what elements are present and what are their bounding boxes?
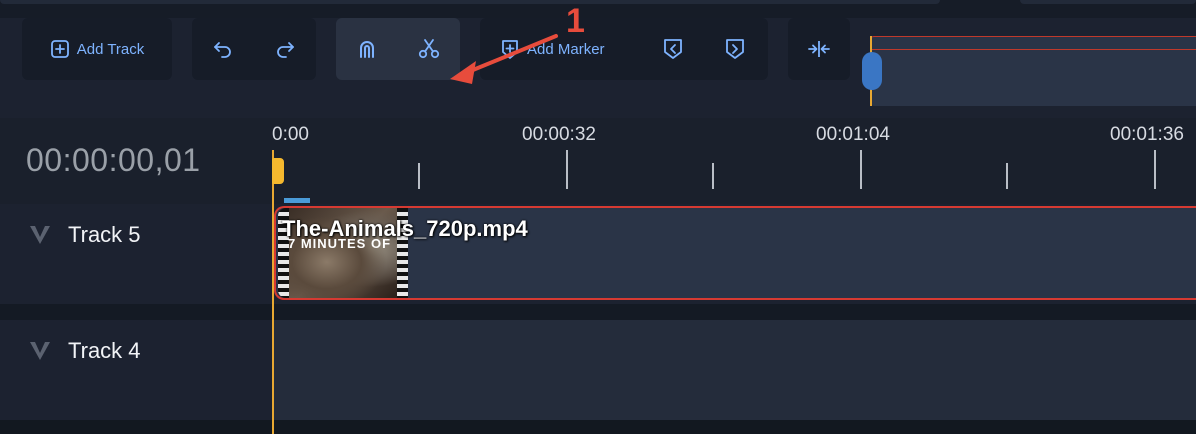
add-marker-button[interactable]: Add Marker: [500, 18, 605, 80]
ruler-tick: [1006, 163, 1008, 189]
cut-button[interactable]: [417, 18, 441, 80]
track-row-4: Track 4: [0, 320, 1196, 420]
overview-scroll-handle[interactable]: [862, 52, 882, 90]
history-group: [192, 18, 316, 80]
timeline-overview[interactable]: [870, 36, 1196, 106]
marker-group: Add Marker: [480, 18, 768, 80]
video-clip[interactable]: 7 MINUTES OF The-Animals_720p.mp4: [274, 206, 1196, 300]
add-marker-label: Add Marker: [527, 40, 605, 58]
ruler-selection-marker: [284, 198, 310, 203]
track-name: Track 4: [68, 338, 141, 363]
add-track-button[interactable]: Add Track: [50, 18, 145, 80]
edit-tools-group: [336, 18, 460, 80]
collapse-chevron-icon[interactable]: [28, 338, 52, 367]
collapse-chevron-icon[interactable]: [28, 222, 52, 251]
top-panel-edge: [0, 0, 940, 4]
prev-marker-button[interactable]: [662, 18, 684, 80]
zoom-group: [788, 18, 850, 80]
ruler-tick: [418, 163, 420, 189]
overview-clip-line: [872, 49, 1196, 50]
zoom-fit-button[interactable]: [807, 18, 831, 80]
marker-prev-icon: [662, 37, 684, 61]
playhead-handle[interactable]: [272, 158, 284, 184]
add-track-group: Add Track: [22, 18, 172, 80]
undo-button[interactable]: [212, 18, 234, 80]
clip-filename: The-Animals_720p.mp4: [282, 216, 528, 241]
add-track-label: Add Track: [76, 40, 145, 58]
ruler-tick: [566, 150, 568, 189]
ruler-label: 0:00: [272, 124, 309, 145]
marker-next-icon: [724, 37, 746, 61]
add-track-icon: [50, 39, 70, 59]
snap-magnet-button[interactable]: [356, 18, 378, 80]
ruler-tick: [1154, 150, 1156, 189]
redo-icon: [274, 38, 296, 60]
scissors-icon: [417, 38, 441, 60]
redo-button[interactable]: [274, 18, 296, 80]
annotation-label: 1: [566, 2, 585, 40]
zoom-fit-icon: [807, 39, 831, 59]
ruler-tick: [712, 163, 714, 189]
undo-icon: [212, 38, 234, 60]
magnet-icon: [356, 38, 378, 60]
track-header: Track 5: [0, 204, 272, 304]
ruler-label: 00:01:04: [816, 124, 890, 145]
add-marker-icon: [500, 38, 520, 60]
track-header: Track 4: [0, 320, 272, 420]
playhead-line: [272, 150, 274, 434]
current-timecode: 00:00:00,01: [26, 142, 201, 178]
ruler-tick: [860, 150, 862, 189]
track-lane[interactable]: [272, 320, 1196, 420]
track-name: Track 5: [68, 222, 141, 247]
ruler-label: 00:00:32: [522, 124, 596, 145]
next-marker-button[interactable]: [724, 18, 746, 80]
track-separator: [0, 304, 1196, 320]
bottom-band: [0, 420, 1196, 434]
top-panel-edge-right: [1020, 0, 1196, 4]
ruler-label: 00:01:36: [1110, 124, 1184, 145]
